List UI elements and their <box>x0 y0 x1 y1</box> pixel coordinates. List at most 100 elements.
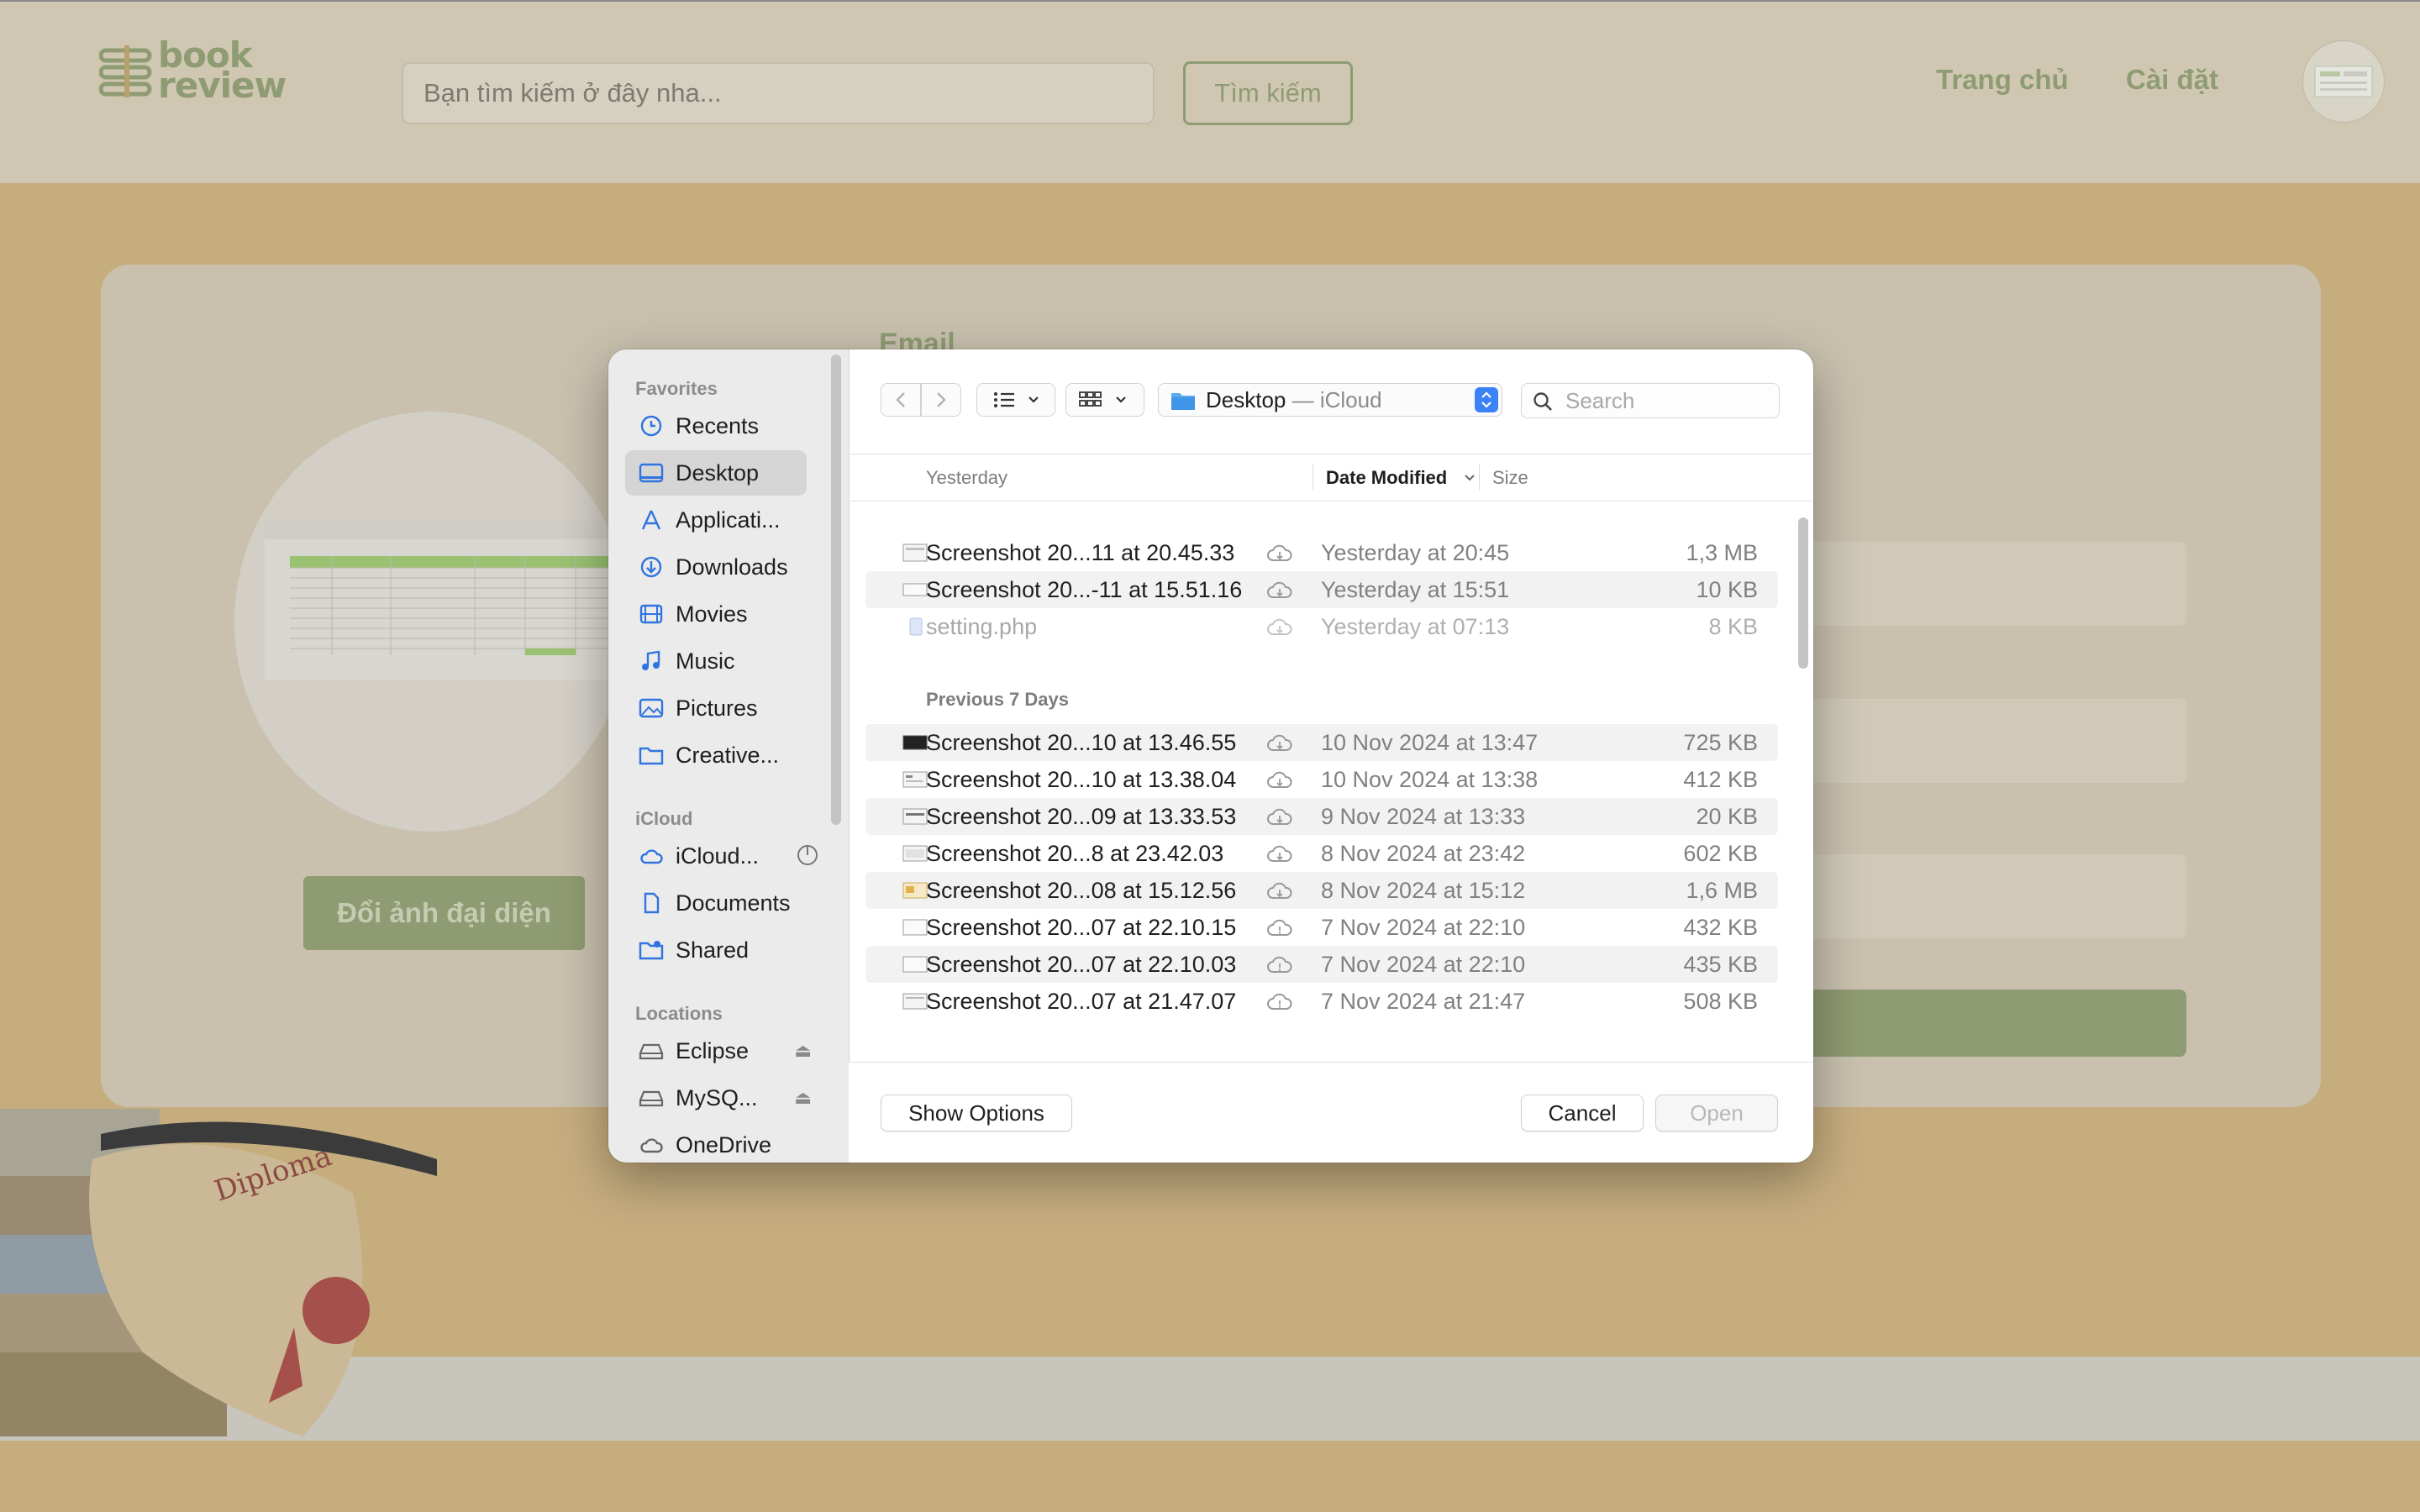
shared-folder-icon <box>639 941 664 960</box>
sidebar-item-desktop[interactable]: Desktop <box>625 450 807 496</box>
file-row[interactable]: Screenshot 20...07 at 22.10.03 7 Nov 202… <box>865 946 1778 983</box>
list-view-button[interactable] <box>976 383 1055 417</box>
file-name: Screenshot 20...10 at 13.38.04 <box>926 767 1237 792</box>
sidebar-item-applications[interactable]: Applicati... <box>625 497 807 543</box>
nav-home-link[interactable]: Trang chủ <box>1936 64 2069 96</box>
cloud-download-icon[interactable] <box>1265 806 1294 829</box>
sidebar-item-shared[interactable]: Shared <box>625 927 807 973</box>
chevron-left-icon <box>896 392 905 407</box>
eject-icon[interactable]: ⏏ <box>794 1028 812 1074</box>
drive-icon <box>639 1043 664 1060</box>
file-row[interactable]: Screenshot 20...-11 at 15.51.16 Yesterda… <box>865 571 1778 608</box>
nav-settings-link[interactable]: Cài đặt <box>2126 64 2218 96</box>
location-popup[interactable]: Desktop — iCloud <box>1158 383 1502 417</box>
file-size: 725 KB <box>1683 730 1758 755</box>
file-row[interactable]: Screenshot 20...10 at 13.38.04 10 Nov 20… <box>865 761 1778 798</box>
open-button[interactable]: Open <box>1655 1095 1778 1131</box>
sidebar-section-icloud: iCloud <box>635 808 693 829</box>
column-header-size[interactable]: Size <box>1492 467 1528 489</box>
file-size: 20 KB <box>1696 804 1758 829</box>
sidebar-item-movies[interactable]: Movies <box>625 591 807 637</box>
cloud-download-icon[interactable] <box>1265 732 1294 755</box>
sidebar-item-documents[interactable]: Documents <box>625 880 807 926</box>
search-input[interactable]: Search <box>1521 383 1780 418</box>
column-divider[interactable] <box>1479 464 1480 491</box>
sidebar-item-recents[interactable]: Recents <box>625 403 807 449</box>
file-size: 10 KB <box>1696 577 1758 602</box>
file-size: 432 KB <box>1683 915 1758 940</box>
forward-button[interactable] <box>921 383 961 417</box>
dialog-sidebar: Favorites Recents Desktop Applicati... D… <box>608 349 850 1163</box>
cloud-download-icon[interactable] <box>1265 579 1294 602</box>
file-row[interactable]: Screenshot 20...08 at 15.12.56 8 Nov 202… <box>865 872 1778 909</box>
download-icon <box>640 556 662 578</box>
group-view-button[interactable] <box>1065 383 1144 417</box>
cloud-download-icon[interactable] <box>1265 843 1294 866</box>
cancel-button[interactable]: Cancel <box>1521 1095 1644 1131</box>
site-logo[interactable]: book review <box>99 38 292 108</box>
cloud-icon <box>640 1138 663 1153</box>
cloud-download-icon <box>1267 618 1292 635</box>
applications-icon <box>641 510 661 530</box>
cloud-icon <box>640 849 663 864</box>
file-row[interactable]: Screenshot 20...07 at 21.47.07 7 Nov 202… <box>865 983 1778 1020</box>
file-list[interactable]: Screenshot 20...11 at 20.45.33 Yesterday… <box>849 501 1813 1062</box>
eject-icon[interactable]: ⏏ <box>794 1075 812 1121</box>
file-size: 435 KB <box>1683 952 1758 977</box>
file-row[interactable]: Screenshot 20...09 at 13.33.53 9 Nov 202… <box>865 798 1778 835</box>
file-list-scrollbar[interactable] <box>1798 517 1808 669</box>
chevron-right-icon <box>937 392 946 407</box>
logo-line-2: review <box>158 65 287 106</box>
image-thumbnail-icon <box>902 583 928 596</box>
file-row[interactable]: Screenshot 20...8 at 23.42.03 8 Nov 2024… <box>865 835 1778 872</box>
sidebar-item-label: Documents <box>676 890 791 916</box>
sidebar-item-label: Pictures <box>676 696 758 721</box>
site-search-input[interactable]: Bạn tìm kiếm ở đây nha... <box>402 62 1155 124</box>
column-header-name[interactable]: Yesterday <box>926 467 1007 489</box>
file-name: Screenshot 20...07 at 21.47.07 <box>926 989 1237 1014</box>
cloud-icon[interactable] <box>1265 953 1294 977</box>
folder-icon <box>1171 393 1195 410</box>
sidebar-item-mysql[interactable]: MySQ... ⏏ <box>625 1075 812 1121</box>
sidebar-item-icloud-drive[interactable]: iCloud... <box>625 833 818 879</box>
change-avatar-button[interactable]: Đổi ảnh đại diện <box>303 876 585 950</box>
sidebar-section-locations: Locations <box>635 1003 723 1024</box>
sidebar-item-label: iCloud... <box>676 843 760 869</box>
logo-text: book review <box>158 38 287 106</box>
sidebar-scrollbar[interactable] <box>831 354 841 825</box>
sidebar-item-pictures[interactable]: Pictures <box>625 685 807 731</box>
column-header-date-modified[interactable]: Date Modified <box>1326 467 1447 489</box>
file-name: setting.php <box>926 614 1038 639</box>
avatar-thumbnail-icon <box>2314 66 2373 97</box>
sidebar-item-eclipse[interactable]: Eclipse ⏏ <box>625 1028 812 1074</box>
file-date: Yesterday at 07:13 <box>1321 614 1510 639</box>
search-placeholder: Search <box>1565 388 1635 413</box>
site-search-button[interactable]: Tìm kiếm <box>1183 61 1353 125</box>
sidebar-item-label: MySQ... <box>676 1085 758 1110</box>
cloud-download-icon[interactable] <box>1265 542 1294 565</box>
back-button[interactable] <box>881 383 921 417</box>
updown-chevron-icon <box>1481 391 1491 408</box>
file-row-disabled: setting.php Yesterday at 07:13 8 KB <box>865 608 1778 645</box>
drive-icon <box>639 1090 664 1107</box>
chevron-down-icon <box>1465 475 1475 481</box>
list-view-icon <box>994 392 1039 407</box>
image-thumbnail-icon <box>902 735 928 750</box>
sidebar-item-label: Shared <box>676 937 750 963</box>
sidebar-item-downloads[interactable]: Downloads <box>625 544 807 590</box>
user-avatar[interactable] <box>2302 40 2385 123</box>
cloud-download-icon[interactable] <box>1265 879 1294 903</box>
diploma-books-illustration: Diploma <box>0 1109 437 1436</box>
file-row[interactable]: Screenshot 20...07 at 22.10.15 7 Nov 202… <box>865 909 1778 946</box>
image-thumbnail-icon <box>902 771 928 788</box>
cloud-icon[interactable] <box>1265 916 1294 940</box>
file-row[interactable]: Screenshot 20...10 at 13.46.55 10 Nov 20… <box>865 724 1778 761</box>
location-source: — iCloud <box>1286 387 1382 412</box>
sidebar-item-creative[interactable]: Creative... <box>625 732 807 778</box>
sidebar-item-music[interactable]: Music <box>625 638 807 684</box>
cloud-icon[interactable] <box>1265 990 1294 1014</box>
sidebar-item-onedrive[interactable]: OneDrive <box>625 1122 807 1163</box>
cloud-download-icon[interactable] <box>1265 769 1294 792</box>
file-row[interactable]: Screenshot 20...11 at 20.45.33 Yesterday… <box>865 534 1778 571</box>
show-options-button[interactable]: Show Options <box>881 1095 1072 1131</box>
